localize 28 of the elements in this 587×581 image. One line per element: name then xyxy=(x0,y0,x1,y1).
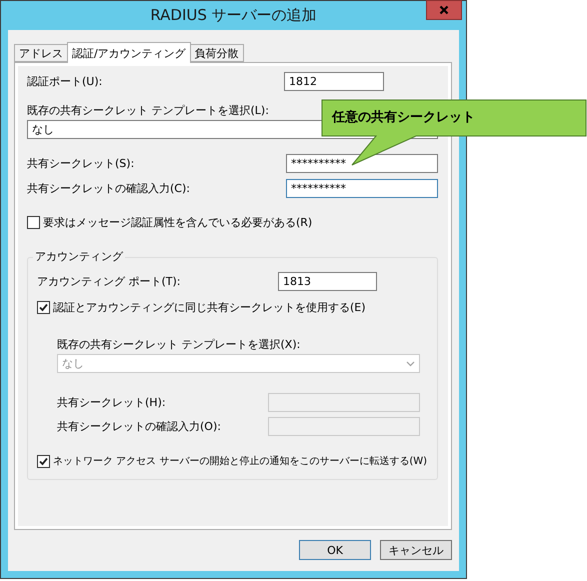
close-icon xyxy=(439,5,449,15)
field-label: 既存の共有シークレット テンプレートを選択(L): xyxy=(27,103,269,118)
tab[interactable]: 認証/アカウンティング xyxy=(67,42,191,63)
field-label: 共有シークレット(H): xyxy=(57,395,166,410)
input-field[interactable]: ********** xyxy=(286,154,438,173)
field-label: 共有シークレット(S): xyxy=(27,156,134,171)
field-label: 共有シークレットの確認入力(O): xyxy=(57,419,221,434)
checkbox[interactable] xyxy=(37,454,50,468)
checkbox[interactable] xyxy=(37,301,50,314)
field-label: アカウンティング ポート(T): xyxy=(37,274,181,289)
checkbox-label: 要求はメッセージ認証属性を含んでいる必要がある(R) xyxy=(43,215,312,230)
checkbox-label: ネットワーク アクセス サーバーの開始と停止の通知をこのサーバーに転送する(W) xyxy=(53,454,428,468)
chevron-down-icon xyxy=(406,360,415,366)
checkbox-label: 認証とアカウンティングに同じ共有シークレットを使用する(E) xyxy=(53,300,366,315)
tab[interactable]: 負荷分散 xyxy=(190,44,244,62)
checkbox[interactable] xyxy=(27,216,40,229)
window-title: RADIUS サーバーの追加 xyxy=(150,6,317,25)
group-title: アカウンティング xyxy=(33,249,125,264)
tab[interactable]: アドレス xyxy=(14,44,68,62)
dialog-button[interactable]: OK xyxy=(299,540,371,560)
field-label: 認証ポート(U): xyxy=(27,74,102,89)
input-field[interactable]: ********** xyxy=(286,179,438,198)
field-label: 既存の共有シークレット テンプレートを選択(X): xyxy=(57,337,300,352)
input-field[interactable]: 1812 xyxy=(284,72,384,91)
close-button[interactable] xyxy=(426,0,462,20)
field-label: 共有シークレットの確認入力(C): xyxy=(27,181,190,196)
dialog-button[interactable]: キャンセル xyxy=(380,540,452,560)
input-field[interactable]: 1813 xyxy=(278,272,377,291)
